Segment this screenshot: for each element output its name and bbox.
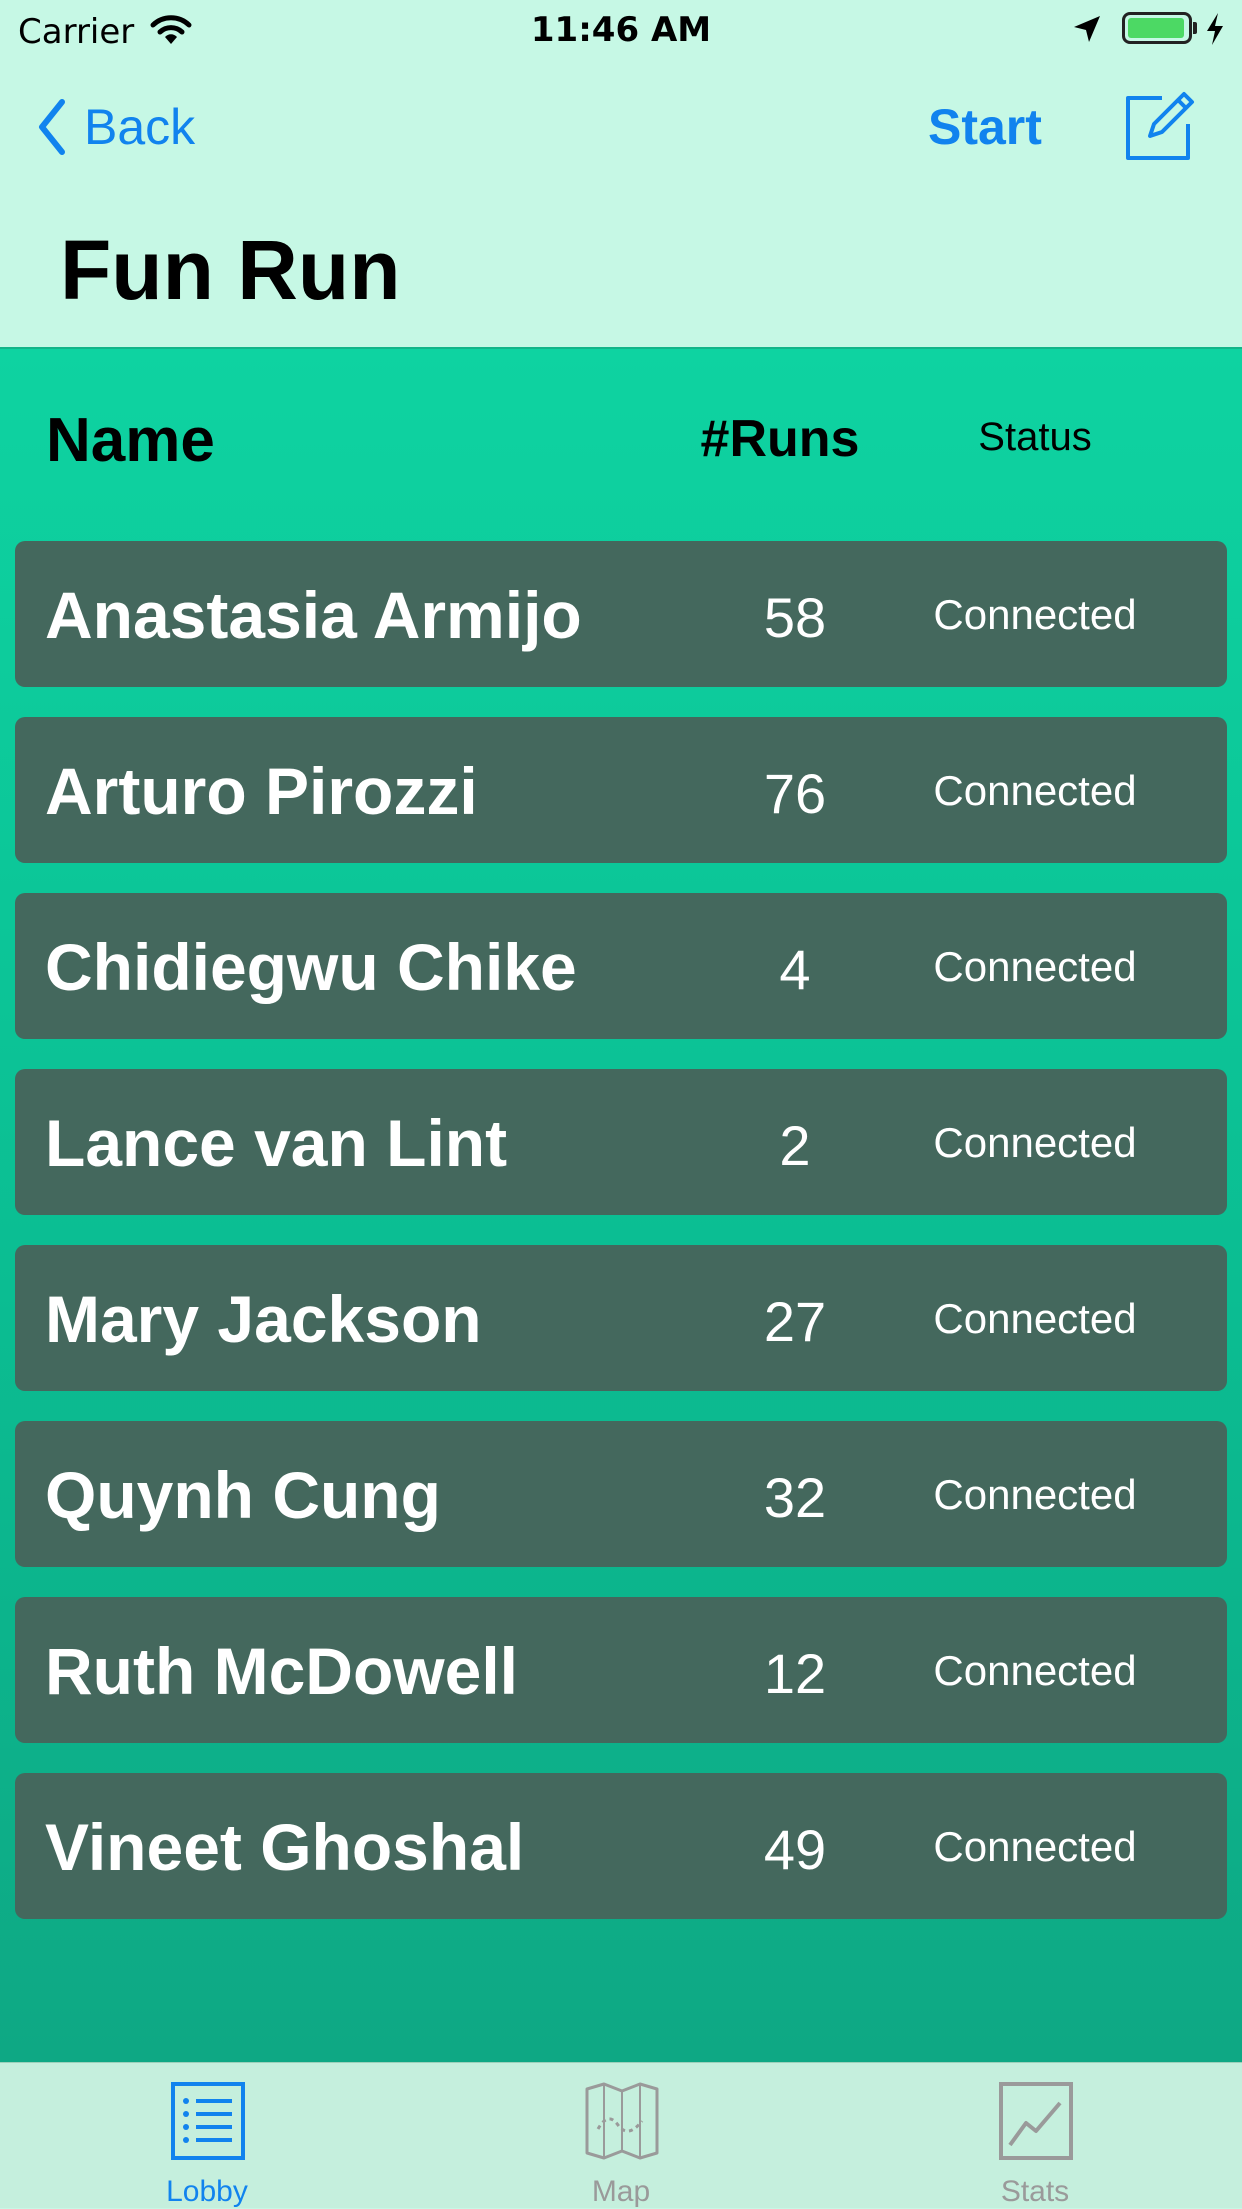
- runner-runs: 2: [779, 1114, 811, 1177]
- runner-runs: 27: [763, 1290, 827, 1353]
- table-row[interactable]: Chidiegwu Chike 4 Connected: [15, 893, 1227, 1039]
- tab-bar: Lobby Map Stats: [0, 2062, 1242, 2208]
- table-header: Name #Runs Status: [0, 349, 1242, 524]
- tab-label: Map: [591, 2175, 651, 2208]
- battery-nub: [1193, 22, 1197, 34]
- runner-status: Connected: [933, 767, 1137, 814]
- runner-status: Connected: [933, 1295, 1137, 1342]
- map-icon: [585, 2082, 659, 2160]
- charging-bolt-icon: [1207, 13, 1223, 45]
- runner-status: Connected: [933, 943, 1137, 990]
- runner-runs: 12: [763, 1642, 827, 1705]
- runner-name: Ruth McDowell: [45, 1634, 518, 1708]
- runner-status: Connected: [933, 591, 1137, 638]
- runner-runs: 32: [763, 1466, 827, 1529]
- back-label: Back: [84, 99, 196, 155]
- chevron-left-icon: [39, 99, 65, 155]
- tab-stats[interactable]: Stats: [828, 2063, 1242, 2209]
- chart-icon: [999, 2082, 1073, 2160]
- runner-status: Connected: [933, 1471, 1137, 1518]
- list-icon: [171, 2082, 245, 2160]
- status-time: 11:46 AM: [530, 10, 712, 50]
- runner-name: Mary Jackson: [45, 1282, 482, 1356]
- runner-runs: 4: [779, 938, 811, 1001]
- runner-name: Vineet Ghoshal: [45, 1810, 525, 1884]
- battery-level: [1128, 18, 1184, 38]
- tab-map[interactable]: Map: [414, 2063, 828, 2209]
- runner-status: Connected: [933, 1823, 1137, 1870]
- header-status: Status: [978, 415, 1092, 459]
- back-button[interactable]: Back: [36, 92, 195, 162]
- battery-icon: [1122, 12, 1192, 44]
- table-row[interactable]: Ruth McDowell 12 Connected: [15, 1597, 1227, 1743]
- table-row[interactable]: Lance van Lint 2 Connected: [15, 1069, 1227, 1215]
- start-button[interactable]: Start: [928, 98, 1042, 156]
- table-row[interactable]: Arturo Pirozzi 76 Connected: [15, 717, 1227, 863]
- table-row[interactable]: Quynh Cung 32 Connected: [15, 1421, 1227, 1567]
- compose-icon[interactable]: [1122, 88, 1198, 164]
- status-bar: Carrier 11:46 AM: [0, 0, 1242, 60]
- table-row[interactable]: Anastasia Armijo 58 Connected: [15, 541, 1227, 687]
- table-row[interactable]: Mary Jackson 27 Connected: [15, 1245, 1227, 1391]
- tab-label: Lobby: [166, 2175, 248, 2208]
- runner-name: Quynh Cung: [45, 1458, 441, 1532]
- table-row[interactable]: Vineet Ghoshal 49 Connected: [15, 1773, 1227, 1919]
- runner-name: Lance van Lint: [45, 1106, 508, 1180]
- runner-runs: 76: [763, 762, 827, 825]
- runner-name: Chidiegwu Chike: [45, 930, 577, 1004]
- tab-label: Stats: [1000, 2175, 1070, 2208]
- runner-status: Connected: [933, 1119, 1137, 1166]
- runner-runs: 49: [763, 1818, 827, 1881]
- header-runs: #Runs: [700, 410, 860, 468]
- runner-status: Connected: [933, 1647, 1137, 1694]
- runner-name: Anastasia Armijo: [45, 578, 582, 652]
- tab-lobby[interactable]: Lobby: [0, 2063, 414, 2209]
- page-title: Fun Run: [60, 223, 401, 317]
- runner-name: Arturo Pirozzi: [45, 754, 478, 828]
- runner-runs: 58: [763, 586, 827, 649]
- header-name: Name: [46, 406, 215, 475]
- location-arrow-icon: [1074, 16, 1100, 42]
- runner-list: Anastasia Armijo 58 Connected Arturo Pir…: [15, 541, 1227, 1949]
- runner-table: Name #Runs Status Anastasia Armijo 58 Co…: [0, 347, 1242, 2062]
